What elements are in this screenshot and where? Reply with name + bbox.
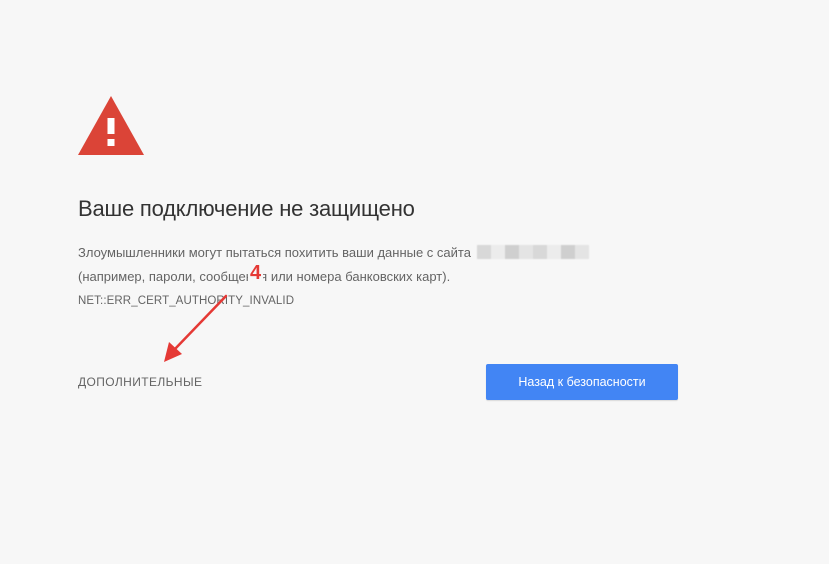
description-line-2: (например, пароли, сообщения или номера … — [78, 269, 451, 284]
advanced-details-link[interactable]: ДОПОЛНИТЕЛЬНЫЕ — [78, 375, 202, 389]
page-title: Ваше подключение не защищено — [78, 196, 415, 221]
blurred-domain — [476, 245, 589, 260]
error-description: Злоумышленники могут пытаться похитить в… — [78, 241, 698, 289]
back-to-safety-button[interactable]: Назад к безопасности — [486, 364, 678, 400]
description-line-1: Злоумышленники могут пытаться похитить в… — [78, 245, 471, 260]
annotation-number: 4 — [248, 262, 264, 284]
warning-triangle-icon — [78, 96, 144, 155]
annotation-arrow-icon — [164, 294, 228, 362]
